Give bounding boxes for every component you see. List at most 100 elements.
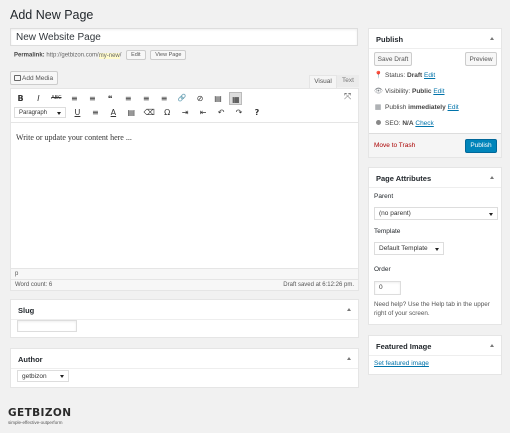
- post-title-input[interactable]: New Website Page: [10, 28, 358, 46]
- help-text: Need help? Use the Help tab in the upper…: [374, 301, 490, 317]
- brand-logo-text: GETBIZON: [8, 407, 72, 419]
- calendar-icon: ▦: [374, 103, 382, 111]
- toolbar-row-2: Paragraph U ≡ A ▤ ⌫ Ω ⇥ ⇤ ↶ ↷ ?: [14, 106, 354, 120]
- fullscreen-icon[interactable]: ⤧: [344, 92, 351, 102]
- add-media-button[interactable]: Add Media: [10, 71, 58, 85]
- visibility-label: Visibility:: [385, 88, 411, 95]
- collapse-icon[interactable]: [490, 37, 494, 40]
- order-input[interactable]: 0: [374, 281, 401, 295]
- special-character-icon[interactable]: Ω: [161, 106, 174, 119]
- format-select[interactable]: Paragraph: [14, 107, 66, 118]
- status-row: 📍 Status: Draft Edit: [374, 71, 435, 79]
- save-draft-button[interactable]: Save Draft: [374, 52, 412, 66]
- publish-time-edit-link[interactable]: Edit: [448, 104, 459, 111]
- permalink-edit-button[interactable]: Edit: [126, 50, 146, 60]
- word-count: Word count: 6: [15, 282, 53, 288]
- featured-image-box: Featured Image Set featured image: [368, 335, 502, 375]
- publish-box-header[interactable]: Publish: [369, 29, 501, 49]
- read-more-icon[interactable]: ▤: [211, 92, 224, 105]
- publish-time-value: immediately: [408, 104, 446, 111]
- align-right-icon[interactable]: ≡: [158, 92, 171, 105]
- seo-row: SEO: N/A Check: [374, 119, 434, 127]
- editor-content-text: Write or update your content here ...: [16, 133, 132, 142]
- bullet-list-icon[interactable]: ≡: [68, 92, 81, 105]
- seo-value: N/A: [402, 120, 414, 127]
- template-label: Template: [374, 228, 401, 235]
- draft-saved-status: Draft saved at 6:12:26 pm.: [283, 282, 354, 288]
- visibility-value: Public: [411, 88, 432, 95]
- set-featured-image-link[interactable]: Set featured image: [374, 360, 429, 367]
- remove-link-icon[interactable]: ⊘: [194, 92, 207, 105]
- collapse-icon[interactable]: [490, 344, 494, 347]
- page-title: Add New Page: [10, 8, 94, 22]
- brand-tagline: simple-effective-outperform: [8, 420, 63, 425]
- template-select[interactable]: Default Template: [374, 242, 444, 255]
- tab-visual[interactable]: Visual: [309, 75, 337, 88]
- template-select-value: Default Template: [379, 245, 428, 252]
- clear-formatting-icon[interactable]: ⌫: [143, 106, 156, 119]
- seo-check-link[interactable]: Check: [415, 120, 433, 127]
- slug-input[interactable]: [17, 320, 77, 332]
- media-icon: [14, 75, 21, 81]
- seo-label: SEO:: [385, 120, 401, 127]
- toolbar-toggle-icon[interactable]: ▦: [229, 92, 243, 105]
- redo-icon[interactable]: ↷: [233, 106, 246, 119]
- publish-actions: Move to Trash Publish: [369, 133, 501, 157]
- featured-image-header[interactable]: Featured Image: [369, 336, 501, 356]
- order-label: Order: [374, 266, 391, 273]
- align-left-icon[interactable]: ≡: [122, 92, 135, 105]
- parent-select[interactable]: (no parent): [374, 207, 498, 220]
- parent-select-value: (no parent): [379, 210, 411, 217]
- collapse-icon[interactable]: [347, 357, 351, 360]
- justify-icon[interactable]: ≡: [89, 106, 102, 119]
- publish-time-row: ▦ Publish immediately Edit: [374, 103, 459, 111]
- collapse-icon[interactable]: [347, 308, 351, 311]
- collapse-icon[interactable]: [490, 176, 494, 179]
- seo-status-dot-icon: [374, 119, 382, 127]
- blockquote-icon[interactable]: ❝: [104, 92, 117, 105]
- outdent-icon[interactable]: ⇥: [179, 106, 192, 119]
- brand-logo: GETBIZON simple-effective-outperform: [8, 407, 72, 426]
- undo-icon[interactable]: ↶: [215, 106, 228, 119]
- align-center-icon[interactable]: ≡: [140, 92, 153, 105]
- chevron-down-icon: [60, 375, 64, 378]
- author-select[interactable]: getbizon: [17, 370, 69, 382]
- visibility-row: 👁 Visibility: Public Edit: [374, 87, 445, 95]
- add-media-label: Add Media: [22, 75, 54, 82]
- chevron-down-icon: [435, 248, 439, 251]
- publish-time-label: Publish: [385, 104, 407, 111]
- publish-box: Publish Save Draft Preview 📍 Status: Draf…: [368, 28, 502, 158]
- indent-icon[interactable]: ⇤: [197, 106, 210, 119]
- status-edit-link[interactable]: Edit: [424, 72, 435, 79]
- italic-icon[interactable]: I: [32, 92, 45, 105]
- strikethrough-icon[interactable]: ABC: [50, 92, 63, 105]
- permalink-row: Permalink: http://getbizon.com/my-new/ E…: [14, 50, 187, 60]
- preview-button[interactable]: Preview: [465, 52, 497, 66]
- view-page-button[interactable]: View Page: [150, 50, 187, 60]
- editor-content[interactable]: Write or update your content here ...: [11, 123, 358, 268]
- page-attributes-box: Page Attributes Parent (no parent) Templ…: [368, 167, 502, 325]
- bold-icon[interactable]: B: [14, 92, 27, 105]
- slug-box-header[interactable]: Slug: [11, 300, 358, 320]
- visibility-edit-link[interactable]: Edit: [433, 88, 444, 95]
- permalink-slug[interactable]: my-new: [98, 52, 120, 59]
- help-icon[interactable]: ?: [250, 106, 263, 119]
- author-box: Author getbizon: [10, 348, 359, 388]
- status-label: Status:: [385, 72, 406, 79]
- featured-image-title: Featured Image: [376, 342, 432, 351]
- chevron-down-icon: [57, 112, 61, 115]
- text-color-icon[interactable]: A: [107, 106, 120, 119]
- tab-text[interactable]: Text: [337, 75, 359, 87]
- footer-divider: [11, 279, 358, 280]
- paste-text-icon[interactable]: ▤: [125, 106, 138, 119]
- permalink-base: http://getbizon.com/: [46, 52, 99, 59]
- author-box-header[interactable]: Author: [11, 349, 358, 369]
- insert-link-icon[interactable]: 🔗: [176, 92, 189, 105]
- publish-button[interactable]: Publish: [465, 139, 497, 153]
- underline-icon[interactable]: U: [71, 106, 84, 119]
- numbered-list-icon[interactable]: ≡: [86, 92, 99, 105]
- page-attributes-header[interactable]: Page Attributes: [369, 168, 501, 188]
- move-to-trash-link[interactable]: Move to Trash: [374, 142, 415, 149]
- status-value: Draft: [407, 72, 423, 79]
- slug-box-title: Slug: [18, 306, 35, 315]
